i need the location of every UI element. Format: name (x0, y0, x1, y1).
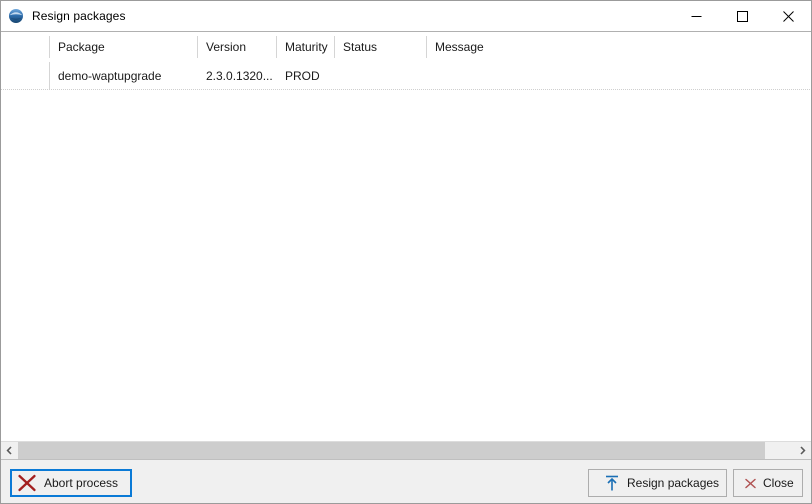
packages-grid[interactable]: Package Version Maturity Status Message … (1, 32, 811, 441)
minimize-button[interactable] (673, 1, 719, 31)
column-header-status[interactable]: Status (335, 32, 426, 62)
scrollbar-thumb[interactable] (18, 442, 765, 459)
red-x-small-icon (744, 477, 757, 490)
table-row[interactable]: demo-waptupgrade 2.3.0.1320... PROD (1, 62, 811, 90)
abort-process-button[interactable]: Abort process (10, 469, 132, 497)
grid-header-row: Package Version Maturity Status Message (1, 32, 811, 62)
red-x-icon (16, 472, 38, 494)
close-button[interactable] (765, 1, 811, 31)
resign-packages-label: Resign packages (627, 476, 720, 490)
horizontal-scrollbar[interactable] (1, 441, 811, 459)
grid-body: demo-waptupgrade 2.3.0.1320... PROD (1, 62, 811, 90)
resign-packages-window: Resign packages Package Version Maturity… (0, 0, 812, 504)
cell-status (335, 62, 426, 90)
chevron-right-icon[interactable] (794, 442, 811, 459)
title-bar: Resign packages (1, 1, 811, 32)
column-header-message[interactable]: Message (427, 32, 807, 62)
column-header-version[interactable]: Version (198, 32, 276, 62)
column-header-maturity[interactable]: Maturity (277, 32, 334, 62)
cell-message (427, 62, 807, 90)
window-title: Resign packages (32, 9, 126, 23)
scrollbar-track[interactable] (18, 442, 794, 459)
column-header-selector[interactable] (1, 32, 49, 62)
cell-maturity: PROD (285, 69, 320, 83)
window-controls (673, 1, 811, 31)
cell-selector[interactable] (1, 62, 49, 90)
cell-version: 2.3.0.1320... (206, 69, 273, 83)
close-dialog-label: Close (763, 476, 794, 490)
resign-packages-button[interactable]: Resign packages (588, 469, 727, 497)
abort-process-label: Abort process (44, 476, 119, 490)
upload-arrow-icon (603, 473, 621, 493)
column-header-package[interactable]: Package (50, 32, 197, 62)
cell-package: demo-waptupgrade (58, 69, 162, 83)
maximize-button[interactable] (719, 1, 765, 31)
close-dialog-button[interactable]: Close (733, 469, 803, 497)
wapt-globe-icon (8, 8, 24, 24)
dialog-button-bar: Abort process Resign packages Close (1, 459, 811, 503)
row-separator (1, 89, 811, 90)
chevron-left-icon[interactable] (1, 442, 18, 459)
